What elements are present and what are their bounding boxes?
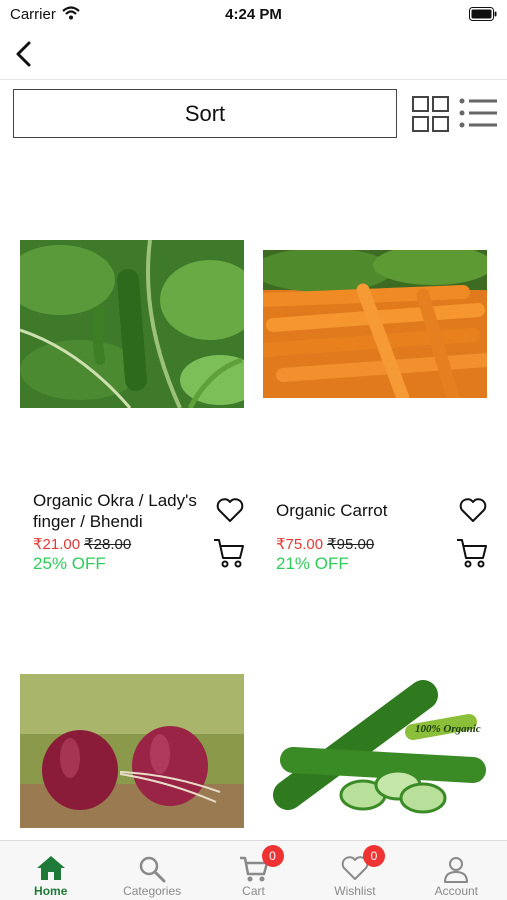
product-name[interactable]: Organic Carrot	[276, 500, 451, 521]
discount-label: 25% OFF	[33, 554, 106, 573]
wishlist-count-badge: 0	[362, 845, 385, 867]
back-arrow-icon[interactable]	[12, 40, 36, 68]
wishlist-heart-icon[interactable]	[459, 497, 487, 523]
status-bar: Carrier 4:24 PM	[0, 0, 507, 30]
tab-account-label: Account	[434, 884, 478, 898]
organic-text: 100% Organic	[415, 723, 481, 735]
tab-categories[interactable]: Categories	[101, 841, 202, 900]
list-view-icon[interactable]	[459, 98, 498, 130]
price-row: ₹21.00 ₹28.00	[33, 535, 131, 553]
battery-icon	[469, 7, 497, 21]
sort-button[interactable]: Sort	[13, 89, 397, 138]
bottom-tab-bar: Home Categories 0 Cart 0 Wishlist Accoun…	[0, 840, 507, 900]
wishlist-heart-icon[interactable]	[216, 497, 244, 523]
cart-count-badge: 0	[261, 845, 284, 867]
person-icon	[444, 857, 469, 883]
tab-cart[interactable]: 0 Cart	[203, 841, 304, 900]
tab-wishlist[interactable]: 0 Wishlist	[304, 841, 405, 900]
add-to-cart-icon[interactable]	[213, 537, 245, 569]
original-price: ₹95.00	[327, 536, 375, 553]
sale-price: ₹75.00	[276, 536, 324, 553]
navigation-bar	[0, 30, 507, 80]
sale-price: ₹21.00	[33, 536, 81, 553]
status-time: 4:24 PM	[225, 6, 282, 23]
grid-view-icon[interactable]	[412, 96, 449, 132]
product-name[interactable]: Organic Okra / Lady's finger / Bhendi	[33, 490, 213, 532]
tab-wishlist-label: Wishlist	[334, 884, 376, 898]
onion-product-image[interactable]	[20, 674, 244, 828]
cucumber-product-image[interactable]: 100% Organic	[263, 680, 487, 825]
home-icon	[36, 856, 65, 880]
discount-label: 21% OFF	[276, 554, 349, 573]
price-row: ₹75.00 ₹95.00	[276, 535, 374, 553]
carrot-product-image[interactable]	[263, 250, 487, 398]
tab-home[interactable]: Home	[0, 841, 101, 900]
tab-home-label: Home	[34, 884, 68, 898]
tab-account[interactable]: Account	[406, 841, 507, 900]
okra-product-image[interactable]	[20, 240, 244, 408]
add-to-cart-icon[interactable]	[456, 537, 488, 569]
tab-cart-label: Cart	[242, 884, 265, 898]
original-price: ₹28.00	[84, 536, 132, 553]
tab-categories-label: Categories	[123, 884, 182, 898]
search-icon	[139, 856, 166, 883]
